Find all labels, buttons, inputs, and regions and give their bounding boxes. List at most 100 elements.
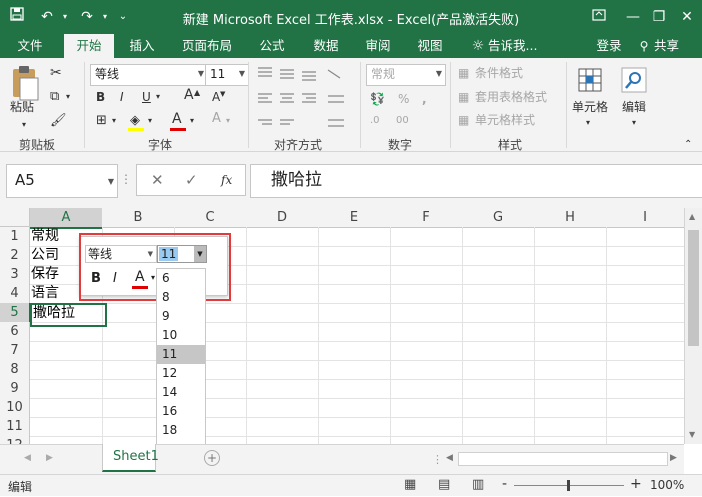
col-header-h[interactable]: H [534, 208, 607, 228]
size-option[interactable]: 9 [157, 307, 205, 326]
row-header[interactable]: 5 [0, 303, 31, 323]
row-header[interactable]: 3 [0, 265, 30, 285]
row-header[interactable]: 7 [0, 341, 30, 361]
zoom-slider-thumb[interactable] [567, 480, 570, 491]
border-dropdown-icon[interactable]: ▾ [112, 112, 116, 130]
size-option[interactable]: 12 [157, 364, 205, 383]
cell-a2[interactable]: 公司 [31, 246, 59, 265]
zoom-out-button[interactable]: - [502, 476, 507, 492]
italic-button[interactable]: I [120, 88, 124, 106]
select-all-corner[interactable] [0, 208, 30, 227]
underline-dropdown-icon[interactable]: ▾ [156, 88, 160, 106]
zoom-in-button[interactable]: + [630, 476, 642, 492]
tab-file[interactable]: 文件 [6, 34, 54, 58]
font-color-dropdown-icon[interactable]: ▾ [190, 112, 194, 130]
tab-page-layout[interactable]: 页面布局 [172, 34, 242, 58]
copy-icon[interactable]: ⧉ [50, 88, 59, 106]
prev-sheet-icon[interactable]: ◀ [24, 453, 31, 463]
conditional-format-button[interactable]: 条件格式 [475, 64, 523, 82]
format-painter-icon[interactable]: 🖌 [50, 112, 67, 130]
insert-function-button[interactable]: fx [221, 171, 232, 189]
scroll-right-icon[interactable]: ▶ [670, 453, 677, 463]
font-name-box[interactable]: 等线 ▼ [90, 64, 208, 86]
horizontal-scrollbar[interactable] [458, 452, 668, 466]
percent-button[interactable]: % [398, 90, 409, 108]
size-option[interactable]: 10 [157, 326, 205, 345]
col-header-f[interactable]: F [390, 208, 463, 228]
vertical-scrollbar[interactable]: ▲ ▼ [684, 208, 702, 444]
editing-dropdown-icon[interactable]: ▾ [632, 114, 636, 132]
border-icon[interactable]: ⊞ [96, 112, 107, 130]
add-sheet-button[interactable]: + [204, 450, 220, 466]
page-break-view-icon[interactable]: ▥ [472, 477, 484, 492]
bold-button[interactable]: B [96, 88, 105, 106]
zoom-level[interactable]: 100% [650, 478, 684, 492]
sheet-tab-sheet1[interactable]: Sheet1 [102, 444, 159, 472]
cells-dropdown-icon[interactable]: ▾ [586, 114, 590, 132]
share-button[interactable]: 共享 [654, 34, 688, 58]
row-header[interactable]: 4 [0, 284, 30, 304]
cell-styles-icon[interactable]: ▦ [458, 111, 469, 129]
row-header[interactable]: 10 [0, 398, 30, 418]
cancel-icon[interactable]: ✕ [151, 171, 164, 189]
conditional-format-icon[interactable]: ▦ [458, 64, 469, 82]
table-format-icon[interactable]: ▦ [458, 88, 469, 106]
cut-icon[interactable]: ✂ [50, 64, 62, 82]
cell-a5-active[interactable]: 撒哈拉 [30, 303, 107, 327]
col-header-i[interactable]: I [606, 208, 685, 228]
phonetic-dropdown-icon[interactable]: ▾ [226, 112, 230, 130]
row-header[interactable]: 2 [0, 246, 30, 266]
shrink-font-button[interactable]: A [212, 88, 220, 106]
page-layout-view-icon[interactable]: ▤ [438, 477, 450, 492]
scroll-left-icon[interactable]: ◀ [446, 453, 453, 463]
enter-icon[interactable]: ✓ [185, 171, 198, 189]
grow-font-button[interactable]: A [184, 86, 194, 104]
tab-review[interactable]: 审阅 [358, 34, 398, 58]
col-header-a[interactable]: A [30, 208, 103, 229]
search-icon[interactable] [620, 66, 648, 94]
size-option[interactable]: 6 [157, 269, 205, 288]
col-header-g[interactable]: G [462, 208, 535, 228]
tab-formulas[interactable]: 公式 [252, 34, 292, 58]
cell-a4[interactable]: 语言 [31, 284, 59, 303]
underline-button[interactable]: U [142, 88, 151, 106]
tab-home[interactable]: 开始 [64, 34, 114, 58]
comma-button[interactable]: , [422, 90, 427, 108]
paste-icon[interactable] [8, 64, 42, 102]
row-header[interactable]: 9 [0, 379, 30, 399]
col-header-e[interactable]: E [318, 208, 391, 228]
cell-a3[interactable]: 保存 [31, 265, 59, 284]
paste-button[interactable]: 粘贴 [10, 98, 34, 116]
cell-styles-button[interactable]: 单元格样式 [475, 111, 535, 129]
font-size-box[interactable]: 11 ▼ [205, 64, 249, 86]
col-header-c[interactable]: C [174, 208, 247, 228]
row-header[interactable]: 8 [0, 360, 30, 380]
phonetic-button[interactable]: A [212, 110, 221, 128]
minimize-button[interactable]: — [622, 6, 644, 28]
size-option[interactable]: 16 [157, 402, 205, 421]
split-handle-icon[interactable]: ⋮ [432, 453, 443, 466]
scroll-up-icon[interactable]: ▲ [689, 212, 695, 221]
tab-insert[interactable]: 插入 [120, 34, 164, 58]
number-format-box[interactable]: 常规 ▼ [366, 64, 446, 86]
close-button[interactable]: ✕ [676, 6, 698, 28]
fill-dropdown-icon[interactable]: ▾ [148, 112, 152, 130]
increase-decimal-button[interactable]: .0 [370, 112, 380, 130]
font-color-button[interactable]: A [172, 110, 182, 128]
table-format-button[interactable]: 套用表格格式 [475, 88, 547, 106]
normal-view-icon[interactable]: ▦ [404, 477, 416, 492]
decrease-decimal-button[interactable]: 00 [396, 112, 409, 130]
size-option[interactable]: 8 [157, 288, 205, 307]
more-options-icon[interactable]: ⋮ [120, 170, 132, 188]
formula-input[interactable]: 撒哈拉▼ [250, 164, 702, 198]
row-header[interactable]: 6 [0, 322, 30, 342]
scroll-down-icon[interactable]: ▼ [689, 430, 695, 439]
cell-a1[interactable]: 常规 [31, 227, 59, 246]
col-header-d[interactable]: D [246, 208, 319, 228]
currency-icon[interactable]: 💱 [370, 90, 385, 108]
tab-data[interactable]: 数据 [306, 34, 346, 58]
size-option[interactable]: 14 [157, 383, 205, 402]
row-header[interactable]: 11 [0, 417, 30, 437]
alignment-icons[interactable] [256, 64, 356, 130]
ribbon-display-icon[interactable] [588, 6, 610, 28]
